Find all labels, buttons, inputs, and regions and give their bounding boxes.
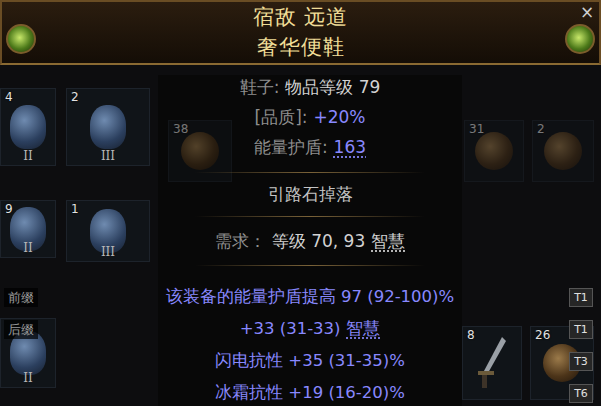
text-segment: +20% <box>313 105 365 131</box>
text-segment: [品质]: <box>255 105 308 131</box>
text-segment: 需求： <box>215 229 266 255</box>
text-segment: +33 (31-33) <box>240 317 341 342</box>
modifier-line: 闪电抗性 +35 (31-35)% T3 <box>0 345 601 377</box>
text-segment: 闪电抗性 +35 (31-35)% <box>215 349 405 374</box>
orb-icon <box>544 132 582 170</box>
close-button[interactable]: × <box>578 2 596 22</box>
property-text: 鞋子:物品等级 79 <box>240 75 381 101</box>
stack-count: 9 <box>5 202 13 216</box>
requirements-line: 需求：等级 70, 93智慧 <box>0 226 601 256</box>
affix-label: 前缀 <box>4 288 38 308</box>
tooltip-header: 宿敌 远道奢华便鞋 × <box>0 0 601 65</box>
inventory-slot[interactable]: 4 II <box>0 88 56 166</box>
item-tier: II <box>1 150 55 163</box>
text-segment: 冰霜抗性 +19 (16-20)% <box>215 381 405 406</box>
text-segment: 智慧 <box>346 317 380 342</box>
inventory-screen: 4II2III383129II1IIIII826 宿敌 远道奢华便鞋×鞋子:物品… <box>0 0 601 406</box>
mask-icon <box>10 105 46 149</box>
inventory-slot[interactable]: 8 <box>462 326 522 400</box>
item-base: 奢华便鞋 <box>257 32 345 62</box>
inventory-slot[interactable]: 31 <box>464 120 524 182</box>
property-line: [品质]:+20% <box>0 103 601 133</box>
ornament-left-icon <box>6 24 36 54</box>
property-text: 能量护盾:163 <box>254 135 366 161</box>
item-tier: III <box>67 150 149 163</box>
mask-icon <box>90 105 126 149</box>
separator-line <box>195 216 425 217</box>
flag-line: 引路石掉落 <box>0 182 601 208</box>
inventory-slot[interactable]: 9 II <box>0 200 56 258</box>
modifier-line: 后缀 +33 (31-33)智慧 T1 <box>0 313 601 345</box>
text-segment: 163 <box>334 135 366 161</box>
property-text: [品质]:+20% <box>255 105 366 131</box>
separator <box>0 256 601 275</box>
modifier-line: 冰霜抗性 +19 (16-20)% T6 <box>0 377 601 406</box>
stack-count: 1 <box>71 202 79 216</box>
text-segment: 物品等级 79 <box>285 75 380 101</box>
tier-badge: T3 <box>569 352 593 371</box>
text-segment: 等级 70, 93 <box>272 229 365 255</box>
stack-count: 2 <box>537 122 545 136</box>
item-tier: II <box>1 372 55 385</box>
separator <box>0 163 601 182</box>
property-line: 鞋子:物品等级 79 <box>0 73 601 103</box>
modifier-text: 该装备的能量护盾提高 97 (92-100)% <box>166 285 454 310</box>
inventory-slot[interactable]: 2 <box>532 120 594 182</box>
item-tier: II <box>1 242 55 255</box>
tier-badge: T1 <box>569 288 593 307</box>
modifier-line: 前缀 该装备的能量护盾提高 97 (92-100)% T1 <box>0 281 601 313</box>
separator-line <box>195 172 425 173</box>
modifier-text: 闪电抗性 +35 (31-35)% <box>215 349 405 374</box>
item-tooltip: 宿敌 远道奢华便鞋 × 鞋子:物品等级 79 [品质]:+20% 能量护盾:163 引路石… <box>0 0 601 406</box>
stack-count: 4 <box>5 90 13 104</box>
modifier-text: +33 (31-33)智慧 <box>240 317 381 342</box>
property-line: 能量护盾:163 <box>0 133 601 163</box>
item-name: 宿敌 远道 <box>253 2 349 32</box>
item-tier: III <box>67 246 149 259</box>
stack-count: 31 <box>469 122 484 136</box>
tier-badge: T6 <box>569 384 593 403</box>
stack-count: 26 <box>535 328 550 342</box>
text-segment: 能量护盾: <box>254 135 328 161</box>
text-segment: 鞋子: <box>240 75 280 101</box>
stack-count: 2 <box>71 90 79 104</box>
stack-count: 38 <box>173 122 188 136</box>
ornament-right-icon <box>565 24 595 54</box>
tier-badge: T1 <box>569 320 593 339</box>
tooltip-body: 鞋子:物品等级 79 [品质]:+20% 能量护盾:163 引路石掉落需求：等级 70… <box>0 65 601 406</box>
text-segment: 该装备的能量护盾提高 97 (92-100)% <box>166 285 454 310</box>
requirements-text: 需求：等级 70, 93智慧 <box>215 229 405 255</box>
inventory-slot[interactable]: 2 III <box>66 88 150 166</box>
stack-count: 8 <box>467 328 475 342</box>
flag-text: 引路石掉落 <box>268 184 353 204</box>
dagger-icon <box>472 335 512 391</box>
modifier-text: 冰霜抗性 +19 (16-20)% <box>215 381 405 406</box>
orb-icon <box>475 132 513 170</box>
modifier-list: 前缀 该装备的能量护盾提高 97 (92-100)% T1 后缀 +33 (31-33)… <box>0 281 601 406</box>
separator-line <box>195 265 425 266</box>
orb-icon <box>181 132 219 170</box>
separator <box>0 207 601 226</box>
inventory-slot[interactable]: 1 III <box>66 200 150 262</box>
text-segment: 智慧 <box>371 229 405 255</box>
affix-label: 后缀 <box>4 320 38 340</box>
